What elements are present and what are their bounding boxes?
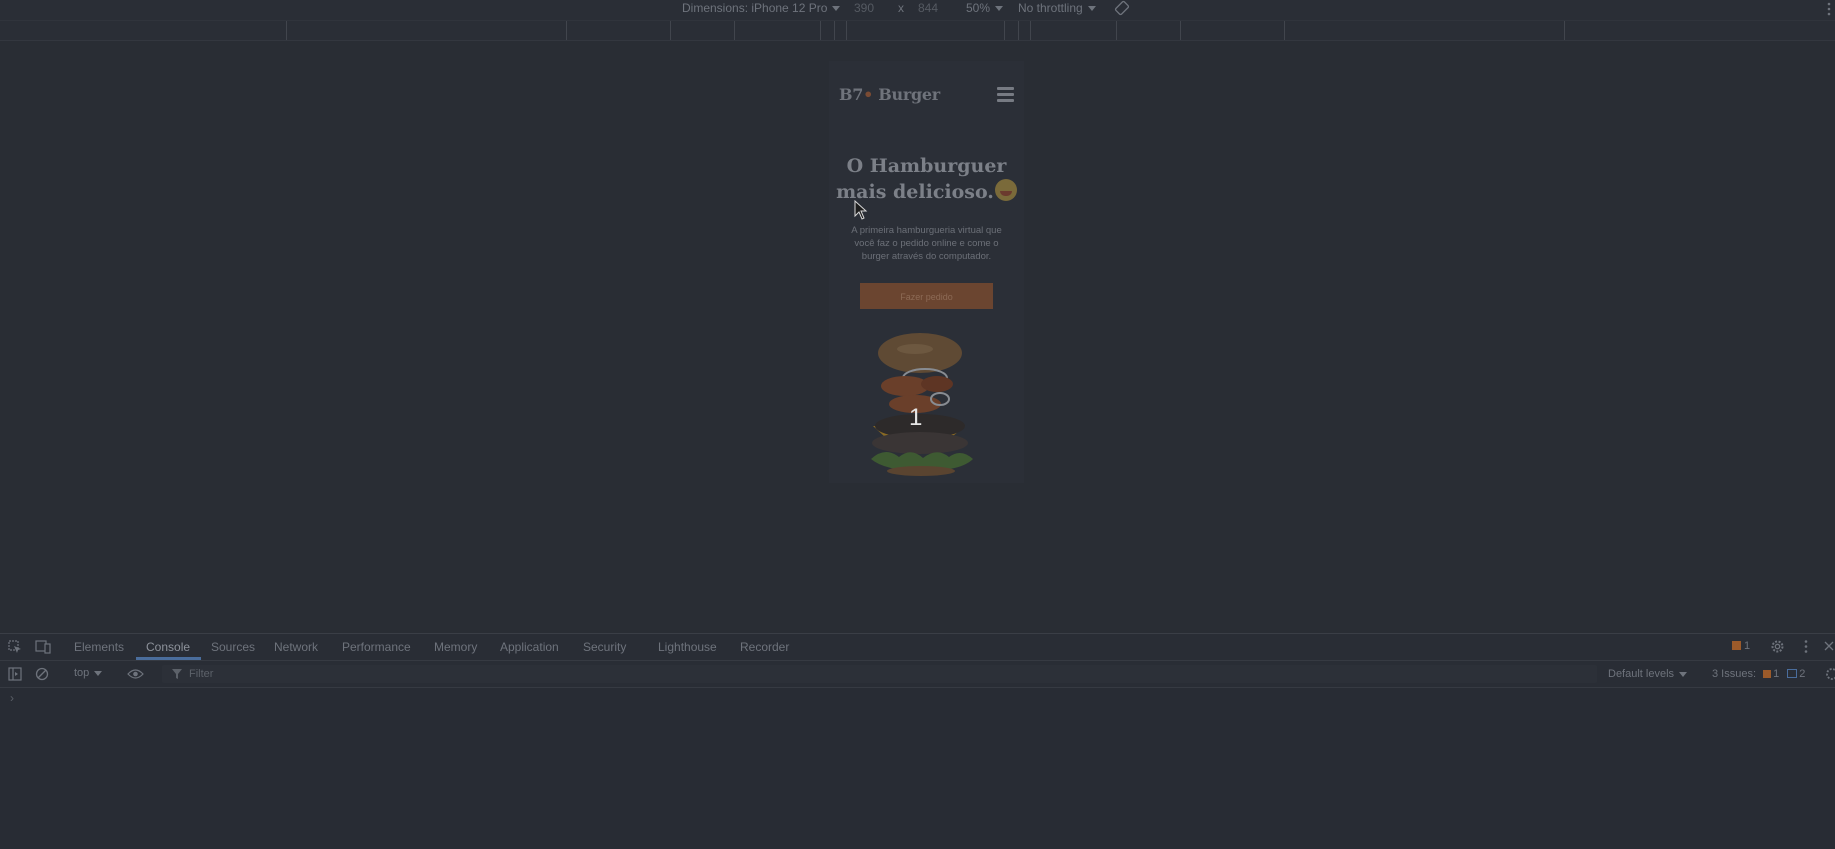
tab-application[interactable]: Application: [500, 640, 559, 654]
zoom-select[interactable]: 50%: [966, 1, 1004, 15]
log-levels-select[interactable]: Default levels: [1608, 668, 1688, 680]
site-logo[interactable]: B7• Burger: [839, 85, 940, 104]
warning-flag-icon: [1732, 641, 1741, 650]
issues-info-count: 2: [1799, 668, 1806, 680]
media-query-marker: [1284, 21, 1285, 40]
devtools-menu-icon[interactable]: [1803, 639, 1809, 654]
tab-lighthouse[interactable]: Lighthouse: [658, 640, 717, 654]
close-icon[interactable]: [1824, 641, 1834, 651]
zoom-value: 50%: [966, 1, 991, 15]
chevron-down-icon: [94, 670, 103, 676]
media-query-marker: [1564, 21, 1565, 40]
media-query-marker: [1180, 21, 1181, 40]
devtools-panel: Elements Console Sources Network Perform…: [0, 633, 1835, 849]
height-input[interactable]: 844: [918, 1, 938, 15]
media-query-bar[interactable]: [0, 21, 1835, 41]
context-select[interactable]: top: [74, 667, 103, 679]
tab-security[interactable]: Security: [583, 640, 626, 654]
hero-description: A primeira hamburgueria virtual que você…: [851, 225, 1002, 262]
device-toolbar-toggle-icon[interactable]: [35, 639, 51, 654]
issues-label: 3 Issues:: [1712, 668, 1757, 680]
logo-dot: •: [863, 85, 873, 104]
filter-placeholder: Filter: [189, 668, 214, 680]
media-query-marker: [820, 21, 821, 40]
info-message-icon: [1787, 669, 1798, 678]
more-options-icon[interactable]: [1826, 2, 1832, 16]
media-query-marker: [846, 21, 847, 40]
console-prompt[interactable]: ›: [10, 691, 14, 705]
filter-input[interactable]: Filter: [162, 665, 1597, 683]
hamburger-menu-icon[interactable]: [997, 87, 1014, 102]
width-input[interactable]: 390: [854, 1, 874, 15]
emulated-page: B7• Burger O Hamburguer mais delicioso. …: [829, 61, 1024, 483]
chevron-down-icon: [1087, 6, 1096, 12]
warnings-badge[interactable]: 1: [1732, 640, 1750, 652]
media-query-marker: [1018, 21, 1019, 40]
media-query-marker: [734, 21, 735, 40]
sidebar-toggle-icon[interactable]: [8, 667, 22, 681]
logo-text: Burger: [878, 85, 940, 104]
media-query-marker: [286, 21, 287, 40]
image-overlay-number: 1: [909, 404, 923, 431]
dimension-separator: x: [898, 1, 904, 15]
tab-console[interactable]: Console: [146, 640, 190, 654]
levels-value: Default levels: [1608, 668, 1675, 680]
tab-performance[interactable]: Performance: [342, 640, 411, 654]
tab-sources[interactable]: Sources: [211, 640, 255, 654]
active-tab-indicator: [136, 657, 201, 660]
device-select[interactable]: Dimensions: iPhone 12 Pro: [682, 1, 841, 15]
chevron-down-icon: [1679, 671, 1688, 677]
mouse-cursor-icon: [854, 200, 868, 220]
chevron-down-icon: [832, 6, 841, 12]
tab-network[interactable]: Network: [274, 640, 318, 654]
warning-flag-icon: [1763, 670, 1772, 678]
tab-elements[interactable]: Elements: [74, 640, 124, 654]
issues-warning-count: 1: [1773, 668, 1780, 680]
inspect-element-icon[interactable]: [8, 640, 22, 654]
throttling-select[interactable]: No throttling: [1018, 1, 1096, 15]
warning-count: 1: [1744, 640, 1751, 652]
device-name: Dimensions: iPhone 12 Pro: [682, 1, 828, 15]
hero-title: O Hamburguer mais delicioso.: [829, 154, 1024, 205]
logo-text: B7: [839, 85, 864, 104]
burger-image: [871, 333, 973, 476]
context-value: top: [74, 667, 90, 679]
devtools-tab-bar: Elements Console Sources Network Perform…: [0, 634, 1835, 661]
clear-console-icon[interactable]: [35, 667, 49, 681]
media-query-marker: [834, 21, 835, 40]
rotate-icon[interactable]: [1114, 0, 1130, 16]
console-toolbar: top Filter Default levels 3 Issues: 1 2: [0, 661, 1835, 688]
live-expression-eye-icon[interactable]: [127, 668, 144, 680]
gear-icon[interactable]: [1770, 639, 1785, 654]
yum-emoji-icon: [994, 179, 1017, 201]
device-toolbar: Dimensions: iPhone 12 Pro 390 x 844 50% …: [0, 0, 1835, 21]
media-query-marker: [670, 21, 671, 40]
order-button[interactable]: Fazer pedido: [860, 283, 993, 309]
media-query-marker: [1030, 21, 1031, 40]
tab-memory[interactable]: Memory: [434, 640, 477, 654]
chevron-down-icon: [995, 6, 1004, 12]
tab-recorder[interactable]: Recorder: [740, 640, 789, 654]
media-query-marker: [566, 21, 567, 40]
throttling-value: No throttling: [1018, 1, 1083, 15]
media-query-marker: [1004, 21, 1005, 40]
filter-icon: [172, 669, 182, 679]
media-query-marker: [1116, 21, 1117, 40]
issues-counter[interactable]: 3 Issues: 1 2: [1712, 668, 1805, 680]
hero-title-line: O Hamburguer: [846, 155, 1007, 177]
console-settings-icon[interactable]: [1825, 667, 1835, 681]
